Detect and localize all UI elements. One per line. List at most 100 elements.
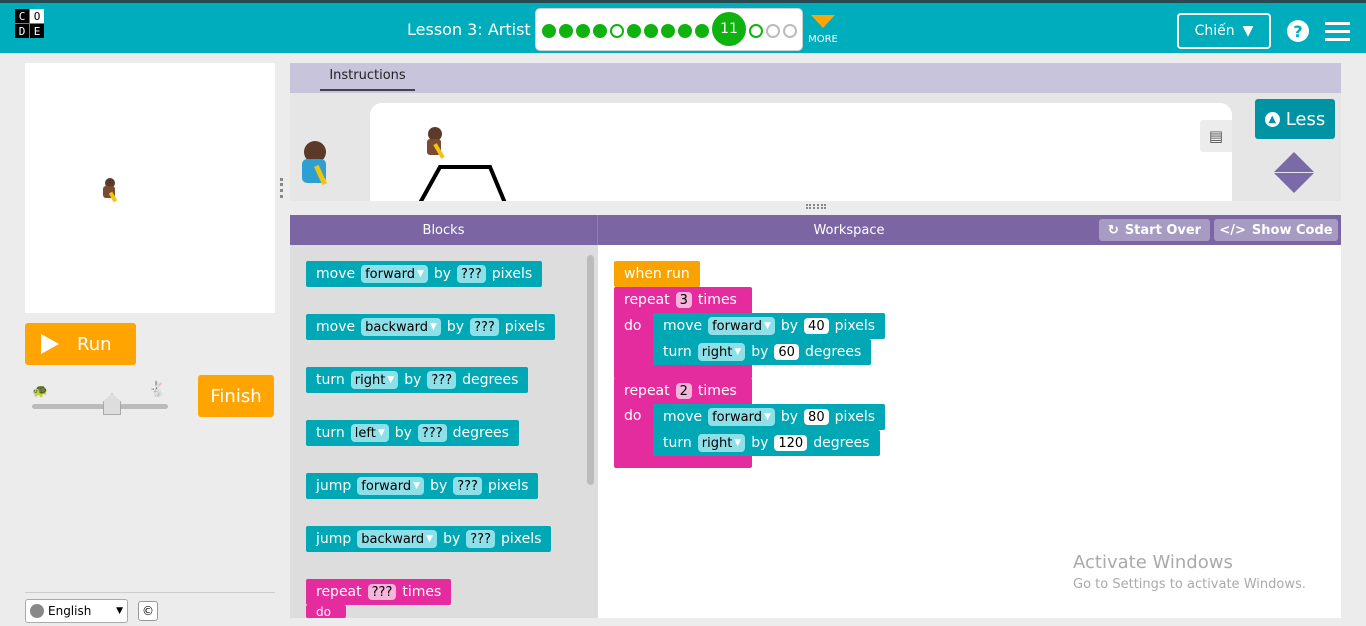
hamburger-menu-icon[interactable] bbox=[1325, 22, 1350, 46]
repeat-count-field[interactable]: 3 bbox=[675, 292, 692, 308]
instructions-tabbar: Instructions bbox=[290, 63, 1341, 93]
turn-right-block[interactable]: turn right ▼ by 60 degrees bbox=[653, 339, 872, 365]
more-levels-button[interactable]: MORE bbox=[808, 15, 838, 45]
value-field[interactable]: 60 bbox=[774, 344, 799, 360]
value-field[interactable]: 120 bbox=[774, 435, 808, 451]
run-button[interactable]: Run bbox=[25, 323, 136, 365]
toolbox-repeat-do-label: do bbox=[306, 605, 346, 618]
toolbox-turn-right-block[interactable]: turn right ▼ by ??? degrees bbox=[306, 367, 529, 393]
current-level-dot[interactable]: 11 bbox=[712, 12, 746, 46]
repeat-count-field[interactable]: 2 bbox=[675, 383, 692, 399]
value-field[interactable]: ??? bbox=[453, 477, 482, 495]
top-bar: C O D E Lesson 3: Artist 11 MORE Chiến ▼… bbox=[0, 0, 1366, 53]
play-icon bbox=[41, 334, 59, 354]
less-button[interactable]: ▲ Less bbox=[1255, 99, 1335, 139]
toolbox-scrollbar[interactable] bbox=[587, 255, 594, 485]
direction-dropdown[interactable]: forward ▼ bbox=[708, 408, 775, 426]
help-icon[interactable]: ? bbox=[1287, 20, 1309, 42]
level-dot[interactable] bbox=[766, 24, 780, 38]
run-label: Run bbox=[77, 333, 112, 355]
more-label: MORE bbox=[808, 34, 838, 45]
level-dot[interactable] bbox=[593, 24, 607, 38]
level-dot[interactable] bbox=[627, 24, 641, 38]
repeat-count-field[interactable]: ??? bbox=[367, 584, 397, 600]
level-dot[interactable] bbox=[749, 24, 763, 38]
artist-sprite-icon bbox=[425, 127, 445, 161]
finish-button[interactable]: Finish bbox=[198, 375, 274, 417]
level-dot[interactable] bbox=[644, 24, 658, 38]
lesson-title: Lesson 3: Artist bbox=[407, 20, 531, 39]
direction-dropdown[interactable]: forward ▼ bbox=[361, 265, 428, 283]
direction-dropdown[interactable]: forward ▼ bbox=[357, 477, 425, 495]
level-dot[interactable] bbox=[678, 24, 692, 38]
less-label: Less bbox=[1285, 108, 1326, 130]
logo-letter-e: E bbox=[30, 24, 44, 38]
language-select[interactable]: English ▼ bbox=[25, 599, 128, 623]
value-field[interactable]: ??? bbox=[427, 371, 457, 389]
move-forward-block[interactable]: move forward ▼ by 80 pixels bbox=[653, 404, 886, 430]
blocks-header: Blocks bbox=[290, 215, 598, 245]
read-aloud-icon[interactable]: ▤ bbox=[1209, 127, 1223, 145]
globe-icon bbox=[30, 604, 44, 618]
do-label: do bbox=[624, 408, 642, 424]
direction-dropdown[interactable]: right ▼ bbox=[350, 371, 399, 389]
panel-resize-handle[interactable] bbox=[280, 178, 284, 198]
caret-down-icon bbox=[811, 15, 835, 28]
value-field[interactable]: ??? bbox=[457, 265, 486, 283]
toolbox-move-forward-block[interactable]: move forward ▼ by ??? pixels bbox=[306, 261, 543, 287]
direction-dropdown[interactable]: backward ▼ bbox=[357, 530, 438, 548]
direction-dropdown[interactable]: left ▼ bbox=[350, 424, 389, 442]
artist-sprite-icon bbox=[103, 178, 118, 203]
speed-slider[interactable]: 🐢 🐇 bbox=[31, 380, 168, 415]
level-dot[interactable] bbox=[542, 24, 556, 38]
instruction-bubble: ▤ 🔊 ▶ bbox=[370, 103, 1232, 201]
divider bbox=[25, 592, 275, 593]
move-forward-block[interactable]: move forward ▼ by 40 pixels bbox=[653, 313, 886, 339]
language-value: English bbox=[48, 604, 92, 618]
toolbox-jump-backward-block[interactable]: jump backward ▼ by ??? pixels bbox=[306, 526, 552, 552]
toolbox-move-backward-block[interactable]: move backward ▼ by ??? pixels bbox=[306, 314, 556, 340]
level-dot[interactable] bbox=[695, 24, 709, 38]
value-field[interactable]: 80 bbox=[804, 409, 829, 425]
level-dot[interactable] bbox=[559, 24, 573, 38]
value-field[interactable]: ??? bbox=[466, 530, 495, 548]
direction-dropdown[interactable]: right ▼ bbox=[697, 343, 746, 361]
level-dot[interactable] bbox=[661, 24, 675, 38]
logo-letter-o: O bbox=[30, 9, 44, 23]
direction-dropdown[interactable]: right ▼ bbox=[697, 434, 746, 452]
slider-track[interactable] bbox=[32, 404, 168, 409]
when-run-block[interactable]: when run bbox=[614, 261, 700, 287]
value-field[interactable]: 40 bbox=[804, 318, 829, 334]
logo-letter-c: C bbox=[15, 9, 29, 23]
caret-down-icon: ▼ bbox=[1242, 23, 1254, 39]
chevron-up-icon: ▲ bbox=[1264, 111, 1280, 127]
artist-avatar-icon bbox=[296, 141, 332, 191]
level-dot[interactable] bbox=[610, 24, 624, 38]
instructions-resize-handle[interactable] bbox=[806, 204, 826, 209]
toolbox-repeat-block[interactable]: repeat ??? times bbox=[306, 579, 452, 605]
rabbit-icon: 🐇 bbox=[148, 380, 167, 398]
workspace-header: Workspace bbox=[813, 222, 885, 238]
user-menu-button[interactable]: Chiến ▼ bbox=[1177, 13, 1271, 49]
slider-thumb[interactable] bbox=[103, 393, 121, 415]
show-code-button[interactable]: </> Show Code bbox=[1214, 219, 1338, 241]
value-field[interactable]: ??? bbox=[470, 318, 499, 336]
tab-instructions[interactable]: Instructions bbox=[320, 68, 415, 91]
toolbox-turn-left-block[interactable]: turn left ▼ by ??? degrees bbox=[306, 420, 519, 446]
level-dot[interactable] bbox=[576, 24, 590, 38]
level-progress: 11 bbox=[535, 8, 803, 51]
level-dot[interactable] bbox=[783, 24, 797, 38]
toolbox-jump-forward-block[interactable]: jump forward ▼ by ??? pixels bbox=[306, 473, 539, 499]
do-label: do bbox=[624, 318, 642, 334]
activate-windows-subtitle: Go to Settings to activate Windows. bbox=[1073, 577, 1306, 592]
code-logo[interactable]: C O D E bbox=[15, 9, 59, 53]
turn-right-block[interactable]: turn right ▼ by 120 degrees bbox=[653, 430, 880, 456]
turtle-icon: 🐢 bbox=[32, 384, 49, 399]
copyright-button[interactable]: © bbox=[138, 601, 158, 621]
reset-icon: ↻ bbox=[1107, 222, 1119, 238]
editor-header: Blocks Workspace ↻ Start Over </> Show C… bbox=[290, 215, 1341, 245]
direction-dropdown[interactable]: forward ▼ bbox=[708, 317, 775, 335]
direction-dropdown[interactable]: backward ▼ bbox=[361, 318, 441, 336]
value-field[interactable]: ??? bbox=[417, 424, 447, 442]
start-over-button[interactable]: ↻ Start Over bbox=[1099, 219, 1210, 241]
